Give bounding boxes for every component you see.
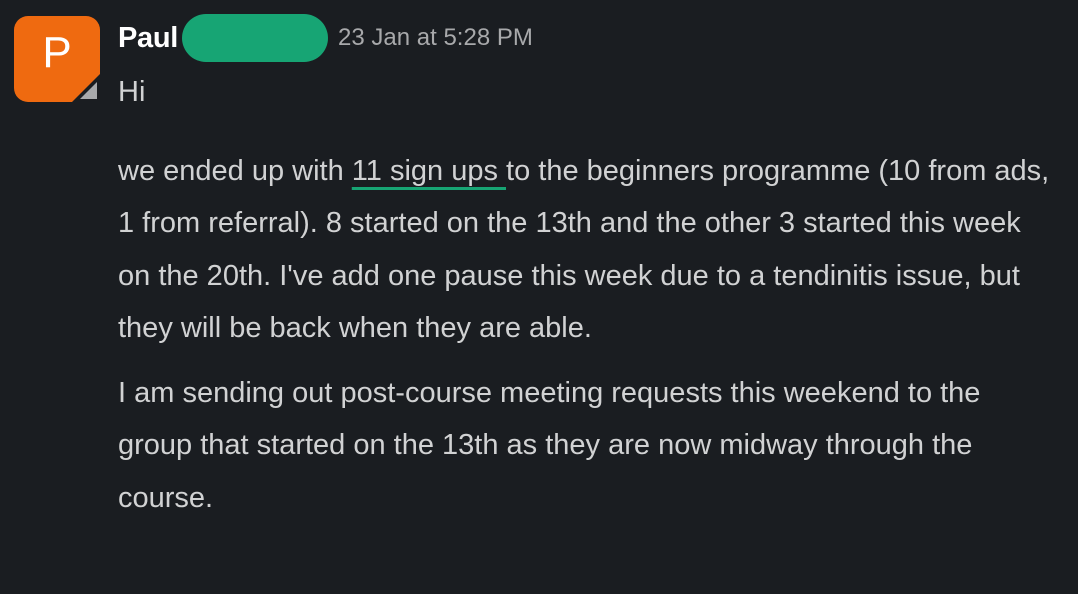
author-name[interactable]: Paul xyxy=(118,22,178,55)
highlighted-sign-ups: 11 sign ups xyxy=(351,154,507,187)
avatar-letter: P xyxy=(42,28,72,77)
chat-message: P Paul 23 Jan at 5:28 PM Hi we ended up … xyxy=(0,0,1078,594)
message-paragraph-1: we ended up with 11 sign ups to the begi… xyxy=(118,145,1058,355)
avatar[interactable]: P xyxy=(14,16,100,102)
message-paragraph-2: I am sending out post-course meeting req… xyxy=(118,376,981,514)
message-timestamp[interactable]: 23 Jan at 5:28 PM xyxy=(338,24,533,52)
message-body: Hi we ended up with 11 sign ups to the b… xyxy=(118,66,1058,524)
avatar-status-corner xyxy=(72,74,100,102)
paragraph-1-text-start: we ended up with xyxy=(118,154,352,187)
message-header: Paul 23 Jan at 5:28 PM xyxy=(118,14,533,62)
message-greeting: Hi xyxy=(118,76,146,108)
redacted-surname xyxy=(182,14,329,62)
